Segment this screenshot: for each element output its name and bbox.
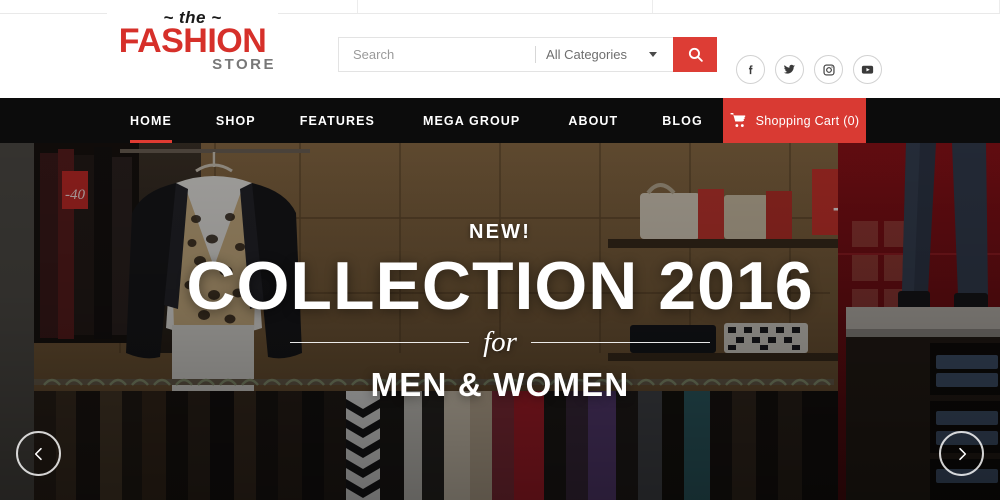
hero-connector-row: for [290,328,710,357]
hero-text-block: NEW! COLLECTION 2016 for MEN & WOMEN [0,143,1000,500]
hero-carousel: -40 [0,143,1000,500]
search-bar: All Categories [338,37,717,72]
shopping-cart-icon [729,113,745,127]
storefront-page: All Categories [0,0,1000,500]
top-strip-cell-3 [653,0,1000,13]
shopping-cart-button[interactable]: Shopping Cart (0) [723,98,866,143]
category-dropdown[interactable]: All Categories [536,38,673,71]
hero-rule-right [530,342,710,343]
logo-fashion-text: FASHION [118,22,267,60]
nav-item-shop[interactable]: SHOP [216,98,256,143]
instagram-icon [822,63,835,76]
hero-subhead: MEN & WOMEN [370,366,630,403]
nav-item-features-label: FEATURES [299,113,375,128]
twitter-icon [783,64,796,74]
site-logo[interactable]: ~ the ~ FASHION STORE [107,0,278,83]
nav-item-features[interactable]: FEATURES [300,98,375,143]
chevron-left-icon [34,447,42,460]
nav-item-mega-group[interactable]: MEGA GROUP [423,98,520,143]
chevron-right-icon [958,447,966,460]
social-link-youtube[interactable] [853,55,882,84]
nav-item-mega-group-label: MEGA GROUP [422,113,521,128]
social-link-instagram[interactable] [814,55,843,84]
shopping-cart-label: Shopping Cart (0) [755,113,860,128]
nav-item-shop-label: SHOP [215,113,256,128]
hero-eyebrow: NEW! [468,221,532,243]
hero-rule-left [290,342,470,343]
hero-headline: COLLECTION 2016 [186,248,814,324]
search-button[interactable] [673,37,717,72]
logo-store-text: STORE [212,56,276,73]
nav-item-blog[interactable]: BLOG [662,98,703,143]
youtube-icon [861,65,874,74]
hero-connector: for [483,326,517,358]
nav-item-about-label: ABOUT [568,113,619,128]
nav-item-about[interactable]: ABOUT [568,98,618,143]
social-link-facebook[interactable] [736,55,765,84]
search-input[interactable] [339,38,535,71]
carousel-prev-button[interactable] [16,431,61,476]
search-icon [688,47,703,62]
carousel-next-button[interactable] [939,431,984,476]
nav-item-home[interactable]: HOME [130,98,172,143]
nav-item-home-label: HOME [130,113,172,128]
nav-active-underline [130,140,172,143]
social-link-twitter[interactable] [775,55,804,84]
top-strip-cell-2 [358,0,653,13]
social-links [736,55,882,84]
nav-item-blog-label: BLOG [662,113,703,128]
chevron-down-icon [648,52,657,57]
category-dropdown-label: All Categories [546,47,627,62]
facebook-icon [748,64,753,74]
